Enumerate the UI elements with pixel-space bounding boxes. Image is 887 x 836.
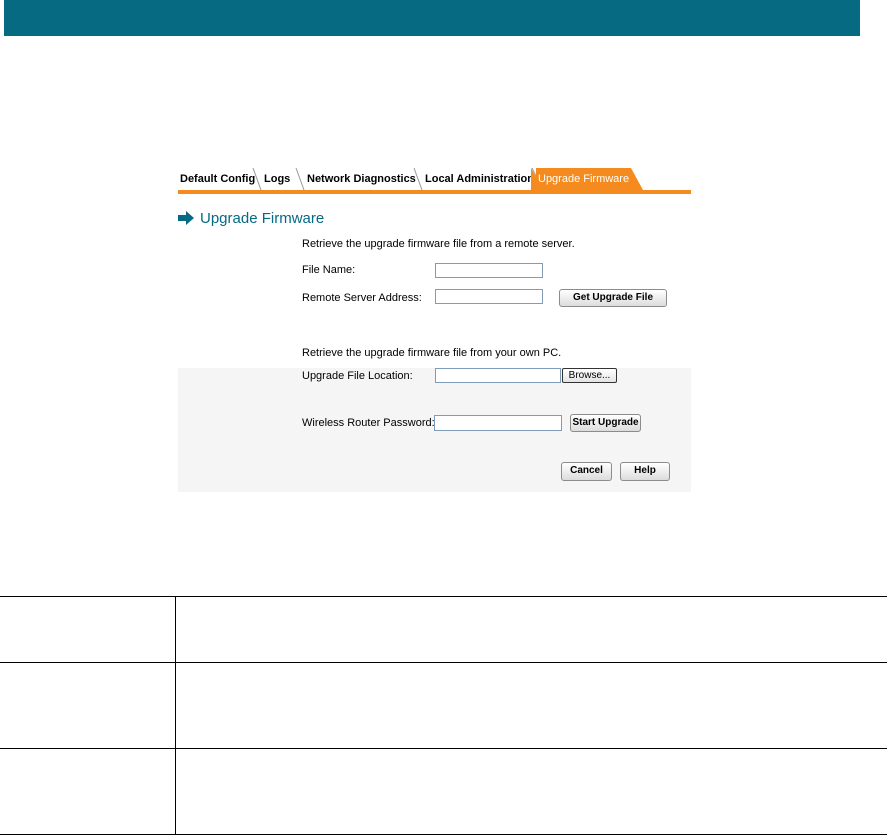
upgrade-file-location-label: Upgrade File Location: — [302, 370, 413, 382]
arrow-right-icon — [178, 211, 194, 225]
header-bar — [4, 0, 860, 36]
tab-bar: Default Config Logs Network Diagnostics … — [178, 168, 691, 194]
tab-separator — [413, 168, 423, 190]
page-title-text: Upgrade Firmware — [200, 209, 325, 227]
router-settings-panel: Default Config Logs Network Diagnostics … — [178, 168, 691, 492]
table-border — [0, 596, 887, 597]
local-intro-text: Retrieve the upgrade firmware file from … — [302, 347, 562, 359]
page-title: Upgrade Firmware — [178, 209, 324, 227]
file-name-label: File Name: — [302, 264, 356, 276]
wireless-router-password-input[interactable] — [434, 415, 562, 431]
remote-intro-text: Retrieve the upgrade firmware file from … — [302, 238, 575, 250]
tab-network-diagnostics[interactable]: Network Diagnostics — [305, 168, 416, 190]
get-upgrade-file-button[interactable]: Get Upgrade File — [559, 289, 667, 307]
table-border — [0, 834, 887, 835]
cancel-button[interactable]: Cancel — [561, 462, 612, 481]
start-upgrade-button[interactable]: Start Upgrade — [570, 414, 641, 432]
help-button[interactable]: Help — [620, 462, 670, 481]
tab-upgrade-firmware[interactable]: Upgrade Firmware — [536, 168, 631, 190]
tab-default-config[interactable]: Default Config — [178, 168, 255, 190]
tab-local-administration[interactable]: Local Administration — [423, 168, 534, 190]
file-name-input[interactable] — [435, 263, 543, 278]
table-column-divider — [175, 596, 176, 835]
tab-separator — [295, 168, 305, 190]
remote-server-address-label: Remote Server Address: — [302, 292, 422, 304]
table-border — [0, 662, 887, 663]
upgrade-file-location-input[interactable] — [435, 368, 561, 383]
table-border — [0, 748, 887, 749]
wireless-router-password-label: Wireless Router Password: — [302, 417, 435, 429]
remote-server-address-input[interactable] — [435, 289, 543, 304]
tab-logs[interactable]: Logs — [262, 168, 292, 190]
active-tab-edge — [631, 168, 643, 190]
browse-button[interactable]: Browse... — [562, 368, 617, 383]
tab-separator — [252, 168, 262, 190]
